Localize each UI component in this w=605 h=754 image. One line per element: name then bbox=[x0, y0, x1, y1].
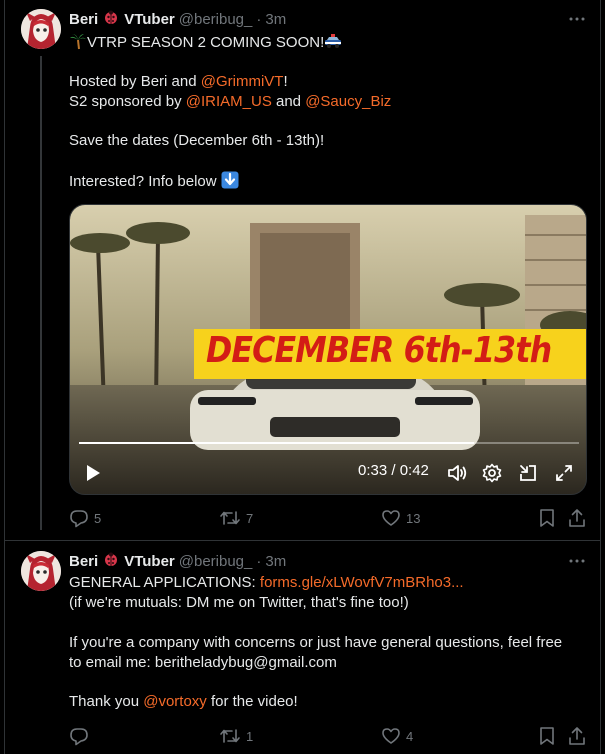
tweet-headline: VTRP SEASON 2 COMING SOON! bbox=[87, 34, 325, 51]
ladybug-icon bbox=[103, 9, 119, 29]
like-count: 4 bbox=[406, 728, 414, 744]
text-segment: GENERAL APPLICATIONS: bbox=[69, 574, 260, 591]
text-segment: Interested? Info below bbox=[69, 173, 217, 190]
tweet-header: Beri VTuber @beribug_ · 3m bbox=[69, 9, 286, 29]
repost-icon bbox=[220, 729, 240, 743]
repost-icon bbox=[220, 511, 240, 525]
share-icon[interactable] bbox=[567, 508, 587, 528]
tweet-text-line: S2 sponsored by @IRIAM_US and @Saucy_Biz bbox=[69, 92, 391, 112]
author-suffix[interactable]: VTuber bbox=[124, 553, 175, 570]
video-progress-bar[interactable] bbox=[79, 442, 579, 444]
tweet-text-line: Thank you @vortoxy for the video! bbox=[69, 692, 298, 712]
repost-count: 1 bbox=[246, 728, 254, 744]
bookmark-icon[interactable] bbox=[538, 726, 556, 746]
separator-dot: · bbox=[256, 10, 262, 28]
volume-icon[interactable] bbox=[446, 462, 468, 484]
mention-link[interactable]: @Saucy_Biz bbox=[305, 93, 391, 110]
tweet-divider bbox=[4, 540, 601, 541]
mention-link[interactable]: @vortoxy bbox=[143, 693, 207, 710]
video-progress-fill bbox=[79, 442, 474, 444]
timestamp[interactable]: 3m bbox=[265, 553, 286, 570]
text-segment: for the video! bbox=[206, 693, 298, 710]
tweet-text-line: GENERAL APPLICATIONS: forms.gle/xLWovfV7… bbox=[69, 573, 464, 593]
share-icon[interactable] bbox=[567, 726, 587, 746]
ladybug-icon bbox=[103, 551, 119, 571]
avatar[interactable] bbox=[21, 551, 61, 591]
play-icon[interactable] bbox=[82, 462, 104, 484]
tweet-text-line: to email me: beritheladybug@gmail.com bbox=[69, 654, 337, 671]
down-arrow-icon bbox=[221, 171, 239, 195]
reply-button[interactable] bbox=[69, 726, 94, 746]
form-link[interactable]: forms.gle/xLWovfV7mBRho3... bbox=[260, 574, 464, 591]
repost-count: 7 bbox=[246, 510, 254, 526]
text-segment: S2 sponsored by bbox=[69, 93, 186, 110]
repost-button[interactable]: 1 bbox=[219, 726, 253, 746]
author-handle[interactable]: @beribug_ bbox=[179, 553, 253, 570]
tweet-text-line: (if we're mutuals: DM me on Twitter, tha… bbox=[69, 594, 409, 611]
reply-button[interactable]: 5 bbox=[69, 508, 101, 528]
like-count: 13 bbox=[406, 510, 421, 526]
tweet-text-line: Save the dates (December 6th - 13th)! bbox=[69, 132, 325, 149]
police-car-icon bbox=[324, 32, 342, 56]
tweet-text-line: Interested? Info below bbox=[69, 171, 239, 195]
palm-tree-icon bbox=[69, 32, 87, 56]
tweet-header: Beri VTuber @beribug_ · 3m bbox=[69, 551, 286, 571]
text-segment: Thank you bbox=[69, 693, 144, 710]
more-options-icon[interactable] bbox=[567, 551, 587, 571]
reply-icon bbox=[70, 728, 88, 746]
like-button[interactable]: 13 bbox=[381, 508, 420, 528]
video-banner: DECEMBER 6th-13th bbox=[206, 330, 552, 371]
timestamp[interactable]: 3m bbox=[265, 11, 286, 28]
reply-count: 5 bbox=[94, 510, 102, 526]
author-name[interactable]: Beri bbox=[69, 11, 98, 28]
thread-connector bbox=[40, 56, 42, 530]
tweet-text-line: VTRP SEASON 2 COMING SOON! bbox=[69, 32, 342, 56]
fullscreen-icon[interactable] bbox=[553, 462, 575, 484]
separator-dot: · bbox=[256, 552, 262, 570]
text-segment: ! bbox=[283, 73, 288, 90]
text-segment: Hosted by Beri and bbox=[69, 73, 201, 90]
video-timestamp: 0:33 / 0:42 bbox=[358, 462, 429, 479]
tweet-actions: 1 4 bbox=[69, 726, 587, 746]
picture-in-picture-icon[interactable] bbox=[517, 462, 539, 484]
author-name[interactable]: Beri bbox=[69, 553, 98, 570]
video-player[interactable]: DECEMBER 6th-13th 0:33 / 0:42 bbox=[69, 204, 587, 495]
more-options-icon[interactable] bbox=[567, 9, 587, 29]
text-segment: and bbox=[271, 93, 306, 110]
tweet-actions: 5 7 13 bbox=[69, 508, 587, 528]
bookmark-icon[interactable] bbox=[538, 508, 556, 528]
heart-icon bbox=[382, 510, 400, 526]
tweet-text-line: Hosted by Beri and @GrimmiVT! bbox=[69, 72, 288, 92]
heart-icon bbox=[382, 728, 400, 744]
avatar[interactable] bbox=[21, 9, 61, 49]
settings-icon[interactable] bbox=[481, 462, 503, 484]
repost-button[interactable]: 7 bbox=[219, 508, 253, 528]
mention-link[interactable]: @GrimmiVT bbox=[201, 73, 284, 90]
like-button[interactable]: 4 bbox=[381, 726, 413, 746]
author-handle[interactable]: @beribug_ bbox=[179, 11, 253, 28]
author-suffix[interactable]: VTuber bbox=[124, 11, 175, 28]
mention-link[interactable]: @IRIAM_US bbox=[186, 93, 272, 110]
tweet-text-line: If you're a company with concerns or jus… bbox=[69, 634, 563, 651]
reply-icon bbox=[70, 510, 88, 528]
